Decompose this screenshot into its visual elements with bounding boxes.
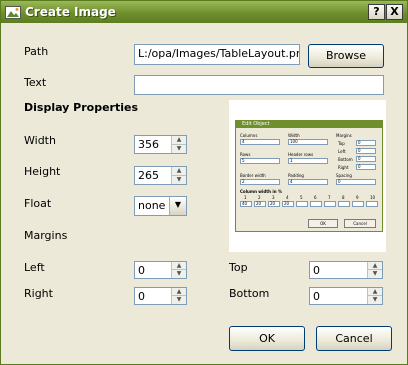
preview-margins-label: Margins (336, 133, 352, 138)
preview-col-number: 6 (314, 195, 317, 200)
down-arrow-icon[interactable]: ▼ (172, 270, 186, 278)
preview-bottom-box: 0 (356, 156, 376, 162)
top-label: Top (229, 261, 248, 274)
preview-col-number: 10 (370, 195, 376, 200)
preview-spacing-box: 0 (336, 179, 376, 185)
preview-width-box: 100 (288, 139, 328, 145)
help-button[interactable]: ? (368, 4, 385, 20)
float-select[interactable]: none ▼ (134, 196, 187, 216)
preview-right-label: Right (338, 165, 349, 170)
preview-col-number: 4 (286, 195, 289, 200)
preview-rows-box: 5 (240, 158, 280, 164)
left-label: Left (24, 261, 45, 274)
preview-rows-label: Rows (240, 152, 251, 157)
browse-button[interactable]: Browse (308, 44, 384, 68)
left-spinbox[interactable]: 0 ▲ ▼ (134, 261, 187, 279)
preview-col-width-box: 20 (268, 201, 280, 207)
preview-col-number: 8 (342, 195, 345, 200)
preview-spacing-label: Spacing (336, 173, 352, 178)
preview-dialog-thumbnail: Edit Object Columns 4 Width 100 Margins … (235, 120, 383, 232)
height-value: 265 (138, 169, 159, 182)
width-label: Width (24, 134, 56, 147)
preview-col-number: 1 (244, 195, 247, 200)
preview-bottom-label: Bottom (338, 157, 353, 162)
preview-columns-label: Columns (240, 133, 258, 138)
path-label: Path (24, 45, 49, 58)
up-arrow-icon[interactable]: ▲ (172, 262, 186, 270)
up-arrow-icon[interactable]: ▲ (368, 288, 382, 296)
down-arrow-icon[interactable]: ▼ (172, 145, 186, 154)
preview-width-label: Width (288, 133, 300, 138)
chevron-down-icon[interactable]: ▼ (169, 197, 186, 215)
create-image-dialog: Create Image ? X Path L:/opa/Images/Tabl… (0, 0, 408, 365)
preview-col-width-box (296, 201, 308, 207)
down-arrow-icon[interactable]: ▼ (368, 296, 382, 304)
preview-col-number: 9 (356, 195, 359, 200)
preview-col-width-box (338, 201, 350, 207)
text-input[interactable] (134, 75, 384, 95)
margins-label: Margins (24, 229, 68, 242)
preview-col-width-box: 20 (282, 201, 294, 207)
preview-col-number: 3 (272, 195, 275, 200)
preview-left-box: 0 (356, 148, 376, 154)
preview-header-rows-box: 1 (288, 158, 328, 164)
height-spinbox[interactable]: 265 ▲ ▼ (134, 166, 187, 185)
cancel-button[interactable]: Cancel (316, 326, 392, 351)
float-value: none (138, 199, 166, 212)
title-bar[interactable]: Create Image ? X (1, 1, 407, 23)
preview-title: Edit Object (236, 121, 382, 128)
width-value: 356 (138, 138, 159, 151)
window-title: Create Image (25, 5, 116, 19)
preview-col-width-box: 40 (240, 201, 252, 207)
down-arrow-icon[interactable]: ▼ (172, 296, 186, 304)
preview-top-label: Top (338, 141, 345, 146)
up-arrow-icon[interactable]: ▲ (368, 262, 382, 270)
ok-button[interactable]: OK (229, 326, 305, 351)
right-label: Right (24, 287, 53, 300)
height-label: Height (24, 165, 61, 178)
preview-col-width-box (366, 201, 378, 207)
top-value: 0 (313, 264, 320, 277)
up-arrow-icon[interactable]: ▲ (172, 136, 186, 145)
preview-left-label: Left (338, 149, 346, 154)
bottom-spinbox[interactable]: 0 ▲ ▼ (309, 287, 383, 305)
down-arrow-icon[interactable]: ▼ (368, 270, 382, 278)
preview-padding-label: Padding (288, 173, 304, 178)
up-arrow-icon[interactable]: ▲ (172, 288, 186, 296)
up-arrow-icon[interactable]: ▲ (172, 167, 186, 176)
down-arrow-icon[interactable]: ▼ (172, 176, 186, 185)
preview-border-label: Border width (240, 173, 266, 178)
preview-colwidth-label: Column width in % (240, 189, 283, 194)
preview-cancel-button: Cancel (344, 219, 376, 228)
width-spinbox[interactable]: 356 ▲ ▼ (134, 135, 187, 154)
bottom-value: 0 (313, 290, 320, 303)
bottom-label: Bottom (229, 287, 270, 300)
text-label: Text (24, 76, 47, 89)
right-value: 0 (138, 290, 145, 303)
preview-top-box: 0 (356, 140, 376, 146)
preview-col-number: 2 (258, 195, 261, 200)
preview-header-rows-label: Header rows (288, 152, 314, 157)
preview-border-box: 2 (240, 179, 280, 185)
image-preview: Edit Object Columns 4 Width 100 Margins … (229, 100, 386, 252)
preview-col-width-box (310, 201, 322, 207)
preview-columns-box: 4 (240, 139, 280, 145)
preview-ok-button: OK (308, 219, 338, 228)
right-spinbox[interactable]: 0 ▲ ▼ (134, 287, 187, 305)
preview-col-number: 5 (300, 195, 303, 200)
preview-col-width-box: 20 (254, 201, 266, 207)
top-spinbox[interactable]: 0 ▲ ▼ (309, 261, 383, 279)
left-value: 0 (138, 264, 145, 277)
preview-right-box: 0 (356, 164, 376, 170)
path-input[interactable]: L:/opa/Images/TableLayout.png (134, 44, 300, 65)
preview-col-width-box (352, 201, 364, 207)
image-icon (5, 6, 21, 19)
preview-padding-box: 4 (288, 179, 328, 185)
float-label: Float (24, 197, 52, 210)
display-properties-heading: Display Properties (24, 101, 139, 114)
preview-col-number: 7 (328, 195, 331, 200)
preview-col-width-box (324, 201, 336, 207)
close-button[interactable]: X (386, 4, 403, 20)
